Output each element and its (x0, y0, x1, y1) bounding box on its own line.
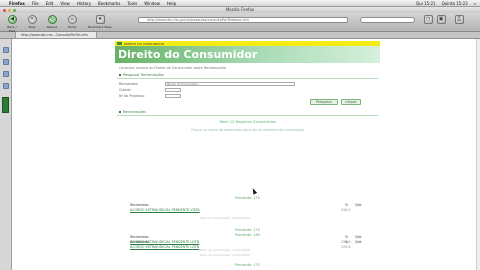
zoom-window-icon[interactable] (13, 8, 16, 12)
stop-button[interactable]: ✕ Stop (24, 15, 40, 29)
page-title: Direito do Consumidor (118, 48, 258, 61)
sidebar-addons-icon[interactable] (3, 83, 9, 89)
search-section-title: Pesquisar Reclamações (123, 73, 164, 77)
window-title: Mozilla Firefox (225, 7, 255, 12)
print-button[interactable]: ⎙ (452, 15, 466, 25)
page-scrollbar[interactable] (476, 39, 480, 270)
bookmark-sites-button[interactable]: ★ Bookmark Sites (86, 15, 114, 29)
navigation-toolbar: ◀ Back / Fwd ✕ Stop ↻ Reload ⌂ Home ★ Bo… (0, 13, 480, 33)
search-section-header: Pesquisar Reclamações (117, 72, 378, 79)
section-bullet-icon (119, 111, 121, 113)
record-pct: % (345, 203, 349, 207)
record-date: Data da reclamação: 01/05/2009 (200, 216, 250, 220)
cidade-input[interactable] (165, 88, 181, 92)
field-label-processo: Nº do Processo: (119, 94, 145, 98)
print-icon: ⎙ (454, 15, 464, 24)
search-box[interactable] (360, 17, 415, 23)
close-window-icon[interactable] (3, 8, 6, 12)
page-banner: Direito do Consumidor (115, 46, 380, 63)
record-label: Reclamado: (130, 203, 150, 207)
bookmark-icon: ★ (95, 15, 105, 24)
record-value: 250,0 (341, 208, 351, 212)
results-section-header: Reclamações (117, 109, 378, 116)
reload-button[interactable]: ↻ Reload (44, 15, 60, 29)
record-qtd-label: Qtd: (355, 203, 363, 207)
sidebar-tools-icon[interactable] (3, 71, 9, 77)
menubar-user[interactable]: Quinta 15:22 (442, 1, 468, 6)
menu-history[interactable]: History (77, 1, 91, 6)
minimize-window-icon[interactable] (8, 8, 11, 12)
reload-icon: ↻ (47, 15, 57, 24)
menu-firefox[interactable]: Firefox (9, 1, 25, 6)
field-label-cidade: Cidade: (119, 88, 132, 92)
bookmark-sites-label: Bookmark Sites (88, 25, 112, 29)
sidebar-history-icon[interactable] (3, 59, 9, 65)
record-qtd-label: Qtd: (355, 235, 363, 239)
menubar-extras: Qui 15:21 Quinta 15:22 ⌕ (410, 1, 480, 6)
lower-records-overlay: Pendente: 170 Reclamado: ACORDO EXTRAJUD… (115, 228, 380, 270)
window-controls (3, 8, 18, 12)
history-icon: ◷ (423, 15, 433, 24)
tab-active[interactable]: http://www.dsc.ms...ConsultaPorTel.cfm (15, 32, 97, 39)
record-label: Reclamado: (130, 235, 150, 239)
page-subtitle: Consulta: Acesso ao Direito de Consumido… (119, 66, 227, 70)
sidebar-addon-tab-icon[interactable] (2, 97, 9, 113)
record-pct: % (345, 235, 349, 239)
spotlight-icon[interactable]: ⌕ (474, 1, 476, 6)
sidebar (0, 39, 12, 270)
reclamado-input[interactable]: Nome do Fornecedor (165, 82, 295, 86)
search-button[interactable]: Pesquisar (310, 99, 338, 105)
reload-button-label: Reload (46, 25, 58, 29)
menu-view[interactable]: View (60, 1, 70, 6)
sidebar-bookmarks-icon[interactable] (3, 47, 9, 53)
screenshot-button[interactable]: ▣ (434, 15, 448, 25)
home-button[interactable]: ⌂ Home (64, 15, 80, 29)
menubar-clock: Qui 15:21 (416, 0, 436, 6)
field-label-reclamado: Reclamado: (119, 82, 139, 86)
menu-help[interactable]: Help (167, 1, 176, 6)
menu-edit[interactable]: Edit (46, 1, 54, 6)
results-section-title: Reclamações (123, 110, 147, 114)
menu-file[interactable]: File (32, 1, 39, 6)
home-icon: ⌂ (67, 15, 77, 24)
screenshot-icon: ▣ (436, 15, 446, 24)
results-hint: Clique no nome do reclamado para ver os … (191, 128, 304, 132)
url-bar[interactable]: http://www.dsc.ms.gov.br/pesquisa/consul… (138, 17, 348, 23)
record-link[interactable]: ACORDO EXTRAJUDICIAL PENDENTE VISTA (130, 208, 200, 212)
brand-logo-icon (117, 42, 122, 45)
brand-bar-text: DIREITO DO CONSUMIDOR (124, 41, 164, 46)
menu-window[interactable]: Window (144, 1, 160, 6)
record-status: Pendente: 170 (235, 228, 260, 232)
record-status: Pendente: 170 (235, 196, 260, 200)
clear-button[interactable]: Limpar (341, 99, 361, 105)
home-button-label: Home (67, 25, 77, 29)
mac-menubar: Firefox File Edit View History Bookmarks… (0, 0, 480, 7)
back-button[interactable]: ◀ Back / Fwd (4, 15, 20, 33)
record-value: 250,0 (341, 240, 351, 244)
section-bullet-icon (119, 74, 121, 76)
record-status: Pendente: 175 (235, 263, 260, 267)
processo-input[interactable] (165, 94, 181, 98)
menu-tools[interactable]: Tools (127, 1, 137, 6)
stop-button-label: Stop (28, 25, 36, 29)
record-date: Data da reclamação: 11/05/2009 (200, 248, 250, 252)
record-link[interactable]: ACORDO EXTRAJUDICIAL PENDENTE LDTN (130, 240, 199, 244)
menu-bookmarks[interactable]: Bookmarks (98, 1, 120, 6)
tab-bar: http://www.dsc.ms...ConsultaPorTel.cfm (0, 32, 480, 39)
back-arrow-icon: ◀ (7, 15, 17, 24)
form-row-buttons: Pesquisar Limpar (115, 99, 380, 105)
stop-icon: ✕ (27, 15, 37, 24)
